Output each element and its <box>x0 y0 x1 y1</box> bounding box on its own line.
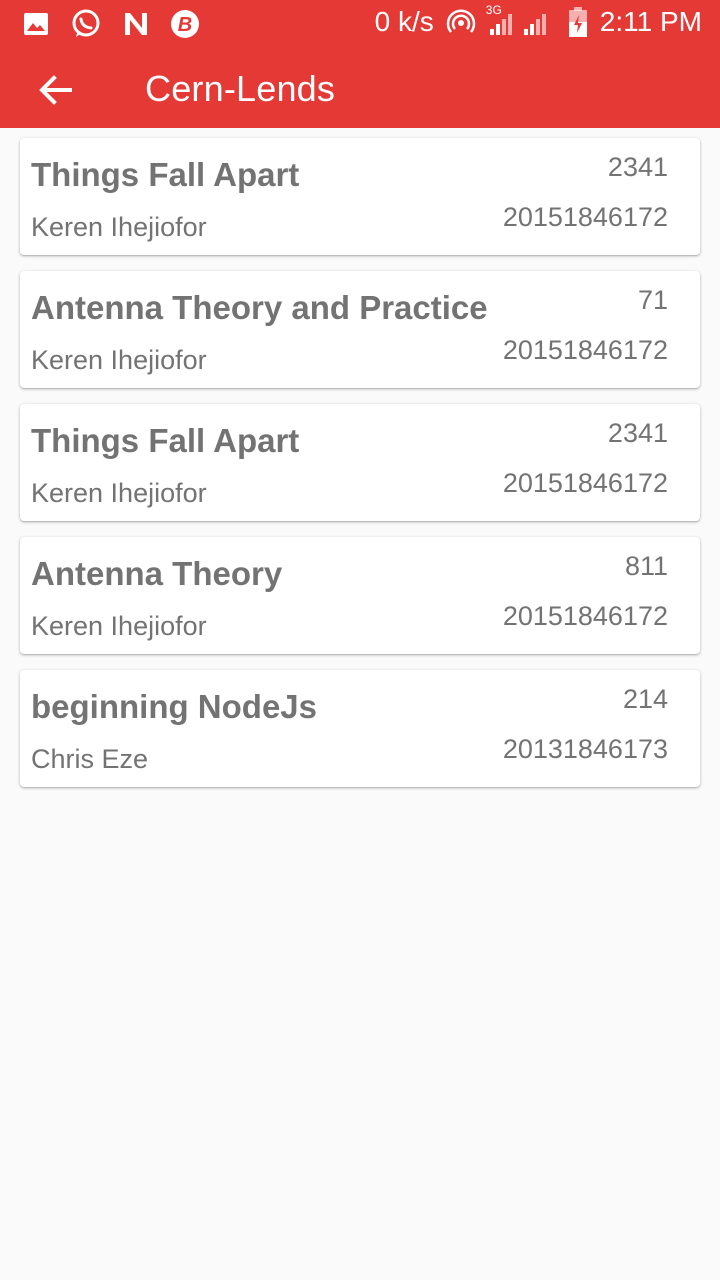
borrower-name: Keren Ihejiofor <box>31 212 207 242</box>
list-item[interactable]: Antenna Theory 811 Keren Ihejiofor 20151… <box>20 537 700 654</box>
list-item[interactable]: beginning NodeJs 214 Chris Eze 201318461… <box>20 670 700 787</box>
loan-list: Things Fall Apart 2341 Keren Ihejiofor 2… <box>20 138 700 803</box>
clock: 2:11 PM <box>599 6 702 37</box>
list-item[interactable]: Antenna Theory and Practice 71 Keren Ihe… <box>20 271 700 388</box>
net-speed: 0 k/s <box>374 6 434 37</box>
borrower-name: Keren Ihejiofor <box>31 611 207 641</box>
notification-icons: B <box>22 8 200 40</box>
book-count: 71 <box>637 285 668 315</box>
book-count: 2341 <box>607 152 668 182</box>
borrower-name: Chris Eze <box>31 744 149 774</box>
reg-number: 20151846172 <box>502 202 668 232</box>
borrower-name: Keren Ihejiofor <box>31 478 207 508</box>
list-item[interactable]: Things Fall Apart 2341 Keren Ihejiofor 2… <box>20 404 700 521</box>
page-title: Cern-Lends <box>145 68 336 109</box>
reg-number: 20131846173 <box>502 734 668 764</box>
b-icon: B <box>170 9 200 39</box>
whatsapp-icon <box>70 8 102 40</box>
book-count: 2341 <box>607 418 668 448</box>
borrower-name: Keren Ihejiofor <box>31 345 207 375</box>
svg-text:B: B <box>178 14 192 36</box>
reg-number: 20151846172 <box>502 601 668 631</box>
system-status: 0 k/s 3G 2:11 PM <box>374 3 702 38</box>
book-count: 214 <box>622 684 668 714</box>
status-bar: B 0 k/s 3G 2:11 PM <box>0 0 720 50</box>
book-title: Things Fall Apart <box>31 156 300 193</box>
app-toolbar: Cern-Lends <box>0 50 720 128</box>
book-title: Things Fall Apart <box>31 422 300 459</box>
book-count: 811 <box>624 551 668 581</box>
reg-number: 20151846172 <box>502 335 668 365</box>
signal-icon: 3G <box>486 3 556 37</box>
hotspot-icon <box>446 8 476 36</box>
book-title: beginning NodeJs <box>31 688 318 725</box>
reg-number: 20151846172 <box>502 468 668 498</box>
book-title: Antenna Theory and Practice <box>31 289 488 326</box>
arrow-back-icon[interactable] <box>34 68 78 112</box>
list-item[interactable]: Things Fall Apart 2341 Keren Ihejiofor 2… <box>20 138 700 255</box>
book-title: Antenna Theory <box>31 555 283 592</box>
n-icon <box>122 10 150 38</box>
battery-icon <box>568 6 588 38</box>
image-icon <box>22 10 50 38</box>
